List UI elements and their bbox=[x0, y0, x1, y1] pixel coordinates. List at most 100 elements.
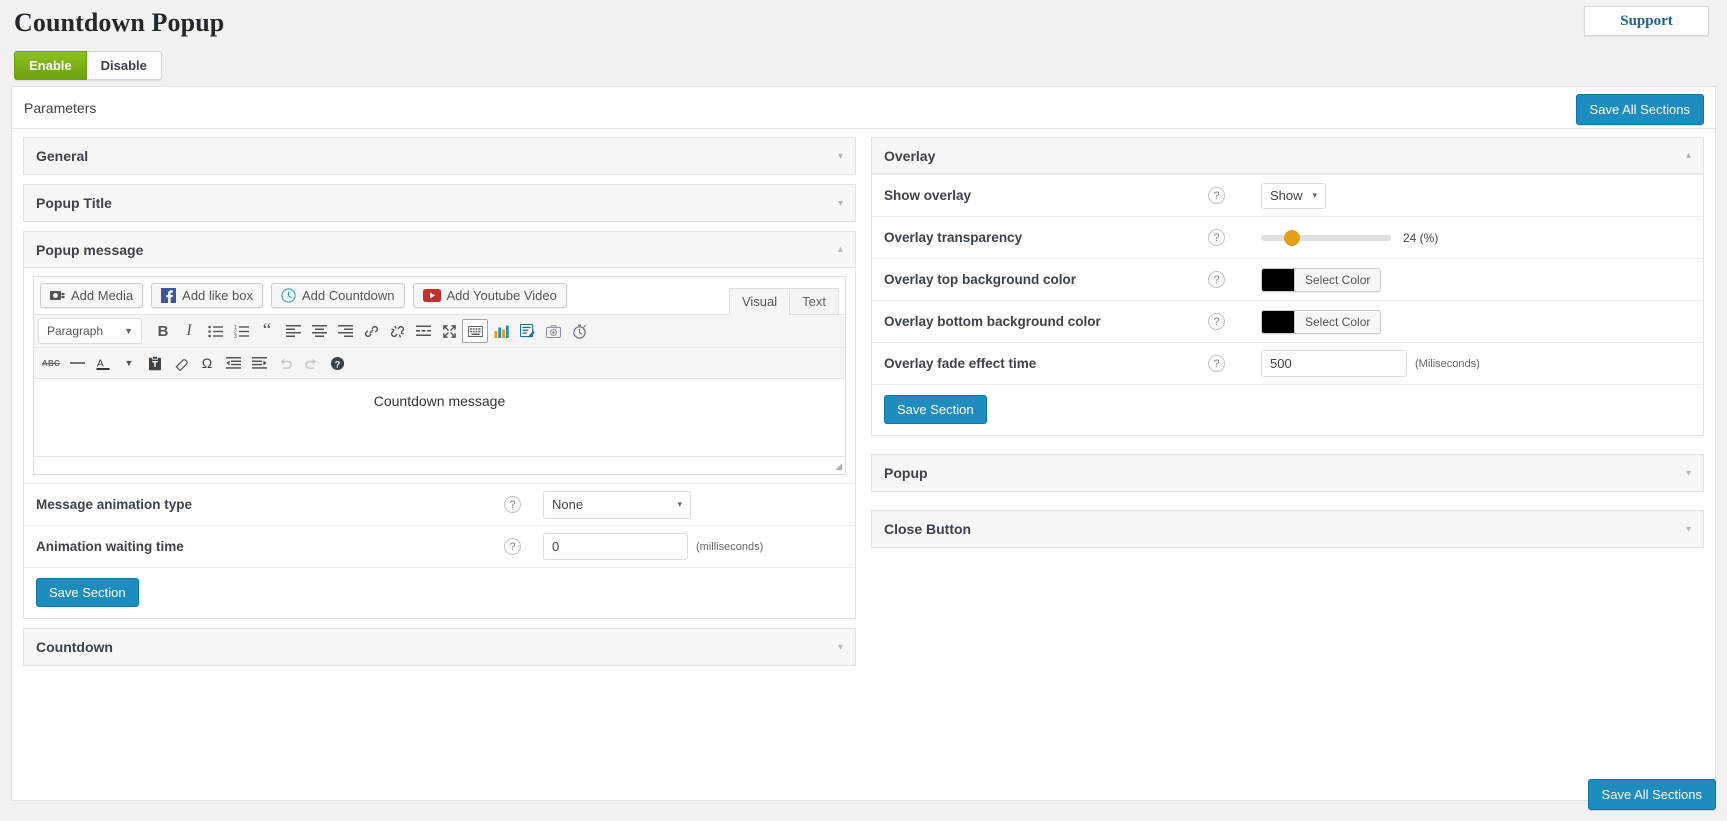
italic-icon[interactable]: I bbox=[176, 319, 202, 343]
overlay-transparency-slider[interactable] bbox=[1261, 229, 1391, 246]
panel-close-button: Close Button ▾ bbox=[871, 510, 1704, 548]
text-color-dropdown-icon[interactable]: ▼ bbox=[116, 351, 142, 375]
add-like-box-button[interactable]: Add like box bbox=[151, 283, 263, 308]
panel-popup-header[interactable]: Popup ▾ bbox=[872, 455, 1703, 491]
panel-popup-title-header[interactable]: Popup Title ▾ bbox=[24, 185, 855, 221]
clear-formatting-icon[interactable] bbox=[168, 351, 194, 375]
parameters-bar: Parameters Save All Sections bbox=[12, 87, 1715, 129]
overlay-bottom-background-color-picker[interactable]: Select Color bbox=[1261, 309, 1382, 334]
blockquote-icon[interactable]: “ bbox=[254, 319, 280, 343]
color-swatch bbox=[1262, 268, 1294, 291]
chevron-down-icon: ▾ bbox=[837, 197, 843, 209]
paragraph-format-select[interactable]: Paragraph ▼ bbox=[38, 318, 142, 344]
fullscreen-icon[interactable] bbox=[436, 319, 462, 343]
panel-overlay-header[interactable]: Overlay ▴ bbox=[872, 138, 1703, 174]
strikethrough-icon[interactable]: ABC bbox=[38, 351, 64, 375]
editor-toolbar-row-2: ABC A ▼ Ω ? bbox=[34, 347, 845, 378]
help-icon[interactable]: ? bbox=[1208, 271, 1225, 288]
add-like-box-label: Add like box bbox=[182, 288, 253, 303]
save-all-sections-button-bottom[interactable]: Save All Sections bbox=[1587, 779, 1716, 810]
tab-text[interactable]: Text bbox=[789, 288, 839, 315]
tab-visual[interactable]: Visual bbox=[728, 288, 791, 315]
align-right-icon[interactable] bbox=[332, 319, 358, 343]
message-animation-type-label: Message animation type bbox=[36, 497, 193, 512]
panel-countdown: Countdown ▾ bbox=[23, 628, 856, 666]
overlay-bottom-background-color-label: Overlay bottom background color bbox=[884, 314, 1101, 329]
parameters-panel: Parameters Save All Sections General ▾ P… bbox=[11, 86, 1716, 810]
keyboard-shortcuts-icon[interactable]: ? bbox=[324, 351, 350, 375]
insert-chart-icon[interactable] bbox=[488, 319, 514, 343]
save-section-button-overlay[interactable]: Save Section bbox=[884, 395, 987, 424]
disable-button[interactable]: Disable bbox=[86, 51, 162, 80]
panel-general-header[interactable]: General ▾ bbox=[24, 138, 855, 174]
undo-icon[interactable] bbox=[272, 351, 298, 375]
help-icon[interactable]: ? bbox=[1208, 355, 1225, 372]
panel-close-button-header[interactable]: Close Button ▾ bbox=[872, 511, 1703, 547]
add-media-button[interactable]: Add Media bbox=[40, 283, 144, 308]
add-countdown-button[interactable]: Add Countdown bbox=[270, 283, 405, 308]
resize-handle-icon[interactable]: ◢ bbox=[835, 461, 842, 472]
add-youtube-video-button[interactable]: Add Youtube Video bbox=[412, 283, 567, 308]
numbered-list-icon[interactable]: 123 bbox=[228, 319, 254, 343]
youtube-icon bbox=[422, 289, 441, 302]
help-icon[interactable]: ? bbox=[504, 538, 521, 555]
redo-icon[interactable] bbox=[298, 351, 324, 375]
overlay-fade-effect-time-input[interactable]: 500 bbox=[1261, 350, 1407, 377]
insert-timer-icon[interactable] bbox=[566, 319, 592, 343]
save-section-button-popup-message[interactable]: Save Section bbox=[36, 578, 139, 607]
insert-screenshot-icon[interactable] bbox=[540, 319, 566, 343]
paste-as-text-icon[interactable] bbox=[142, 351, 168, 375]
bulleted-list-icon[interactable] bbox=[202, 319, 228, 343]
indent-icon[interactable] bbox=[246, 351, 272, 375]
panel-countdown-header[interactable]: Countdown ▾ bbox=[24, 629, 855, 665]
horizontal-rule-icon[interactable] bbox=[64, 351, 90, 375]
chevron-down-icon: ▼ bbox=[124, 326, 133, 336]
message-animation-type-select[interactable]: None ▾ bbox=[543, 490, 691, 519]
editor-footer: ◢ bbox=[34, 456, 845, 474]
insert-link-icon[interactable] bbox=[358, 319, 384, 343]
insert-form-icon[interactable] bbox=[514, 319, 540, 343]
special-character-icon[interactable]: Ω bbox=[194, 351, 220, 375]
help-icon[interactable]: ? bbox=[1208, 187, 1225, 204]
chevron-down-icon: ▾ bbox=[1685, 467, 1691, 479]
support-button[interactable]: Support bbox=[1584, 6, 1709, 36]
page-header: Countdown Popup Support Enable Disable bbox=[0, 0, 1727, 80]
animation-waiting-time-input[interactable]: 0 bbox=[543, 533, 688, 560]
editor-content-area[interactable]: Countdown message bbox=[34, 378, 845, 456]
panel-close-button-title: Close Button bbox=[884, 521, 972, 537]
add-media-label: Add Media bbox=[71, 288, 134, 303]
overlay-fade-effect-time-unit: (Miliseconds) bbox=[1415, 357, 1480, 370]
chevron-down-icon: ▾ bbox=[1312, 190, 1318, 200]
help-icon[interactable]: ? bbox=[504, 496, 521, 513]
row-overlay-bottom-bg-color: Overlay bottom background color ? Select… bbox=[872, 300, 1703, 342]
text-color-icon[interactable]: A bbox=[90, 351, 116, 375]
panel-general-title: General bbox=[36, 148, 89, 164]
outdent-icon[interactable] bbox=[220, 351, 246, 375]
animation-waiting-time-value: 0 bbox=[552, 539, 560, 554]
row-overlay-top-bg-color: Overlay top background color ? Select Co… bbox=[872, 258, 1703, 300]
align-center-icon[interactable] bbox=[306, 319, 332, 343]
slider-thumb[interactable] bbox=[1284, 229, 1301, 246]
overlay-fade-effect-time-label: Overlay fade effect time bbox=[884, 356, 1037, 371]
remove-link-icon[interactable] bbox=[384, 319, 410, 343]
overlay-transparency-label: Overlay transparency bbox=[884, 230, 1023, 245]
help-icon[interactable]: ? bbox=[1208, 313, 1225, 330]
align-left-icon[interactable] bbox=[280, 319, 306, 343]
show-overlay-select[interactable]: Show ▾ bbox=[1261, 182, 1327, 209]
overlay-top-background-color-picker[interactable]: Select Color bbox=[1261, 267, 1382, 292]
enable-button[interactable]: Enable bbox=[14, 51, 87, 80]
save-all-sections-button-top[interactable]: Save All Sections bbox=[1575, 94, 1704, 125]
read-more-icon[interactable] bbox=[410, 319, 436, 343]
chevron-down-icon: ▾ bbox=[837, 641, 843, 653]
add-youtube-video-label: Add Youtube Video bbox=[446, 288, 557, 303]
panel-popup-message-header[interactable]: Popup message ▴ bbox=[24, 232, 855, 268]
help-icon[interactable]: ? bbox=[1208, 229, 1225, 246]
toolbar-toggle-icon[interactable] bbox=[462, 319, 488, 343]
row-overlay-fade-effect-time: Overlay fade effect time ? 500 (Miliseco… bbox=[872, 342, 1703, 384]
wysiwyg-editor: Add Media Add like box Add Countdown Add… bbox=[33, 276, 846, 475]
page-title: Countdown Popup bbox=[14, 8, 225, 37]
bold-icon[interactable]: B bbox=[150, 319, 176, 343]
left-column: General ▾ Popup Title ▾ Popup message ▴ bbox=[23, 137, 856, 675]
message-animation-type-value: None bbox=[552, 497, 584, 512]
select-color-label: Select Color bbox=[1294, 268, 1381, 291]
